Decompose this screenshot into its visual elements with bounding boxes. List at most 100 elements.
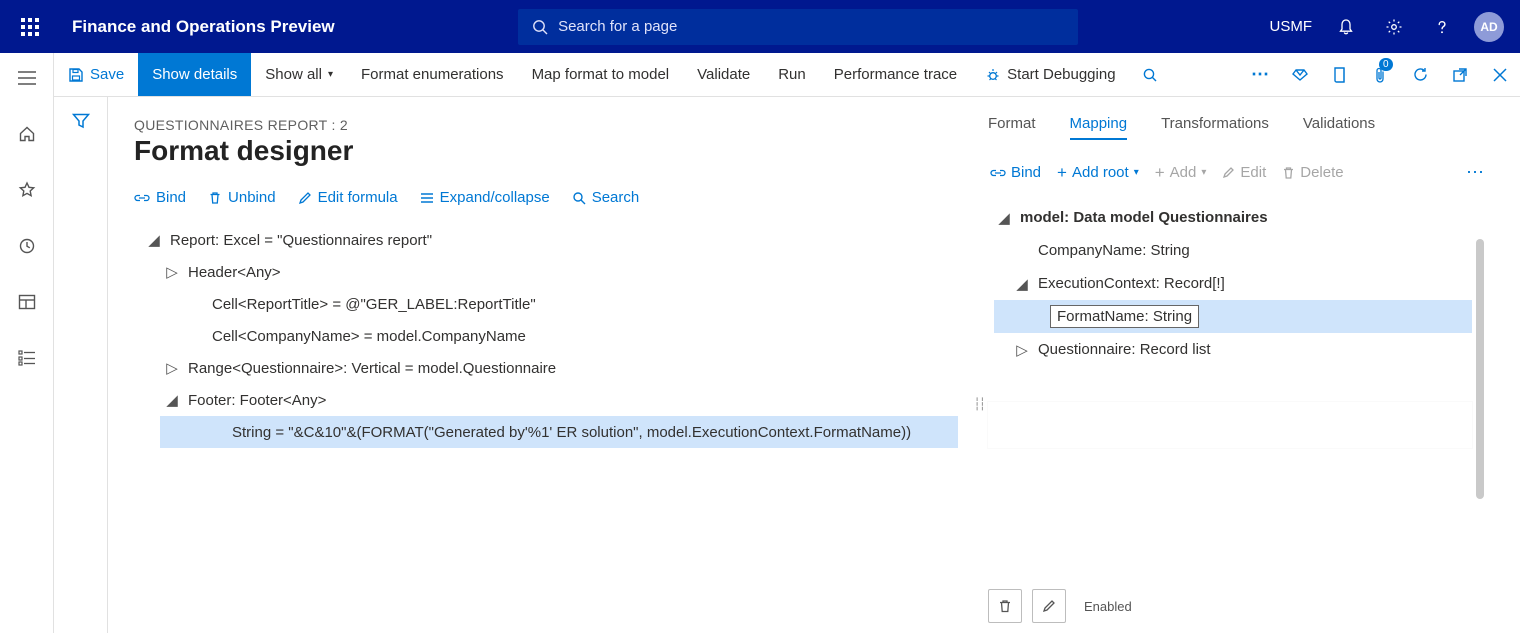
diamond-icon[interactable] <box>1280 53 1320 96</box>
start-debugging-button[interactable]: Start Debugging <box>971 53 1129 96</box>
link-icon <box>134 192 150 204</box>
close-icon[interactable] <box>1480 53 1520 96</box>
hamburger-icon[interactable] <box>10 63 44 93</box>
tree-node-cell-company[interactable]: Cell<CompanyName> = model.CompanyName <box>140 320 958 352</box>
attachments-badge: 0 <box>1379 58 1393 71</box>
caret-right-icon: ▷ <box>166 359 178 377</box>
breadcrumb: QUESTIONNAIRES REPORT : 2 <box>134 117 958 133</box>
overflow-icon[interactable]: ⋯ <box>1240 53 1280 96</box>
right-tabs: Format Mapping Transformations Validatio… <box>984 115 1520 132</box>
bug-icon <box>985 67 1001 83</box>
unbind-button[interactable]: Unbind <box>208 189 276 206</box>
modules-icon[interactable] <box>10 343 44 373</box>
mapping-bind-button[interactable]: Bind <box>990 164 1041 181</box>
trash-icon <box>1282 166 1295 180</box>
right-pane: Format Mapping Transformations Validatio… <box>984 97 1520 633</box>
tree-node-header[interactable]: ▷Header<Any> <box>140 256 958 288</box>
gear-icon[interactable] <box>1372 5 1416 49</box>
caret-down-icon: ◢ <box>1016 275 1028 293</box>
edit-button: Edit <box>1222 164 1266 181</box>
scrollbar[interactable] <box>1476 239 1484 499</box>
link-icon <box>990 168 1006 178</box>
refresh-icon[interactable] <box>1400 53 1440 96</box>
attachments-icon[interactable]: 0 <box>1360 53 1400 96</box>
book-icon[interactable] <box>1320 53 1360 96</box>
show-all-button[interactable]: Show all▾ <box>251 53 347 96</box>
chevron-down-icon: ▾ <box>1134 167 1139 178</box>
add-root-button[interactable]: +Add root▾ <box>1057 164 1139 181</box>
performance-trace-button[interactable]: Performance trace <box>820 53 971 96</box>
format-enumerations-button[interactable]: Format enumerations <box>347 53 518 96</box>
workspace-icon[interactable] <box>10 287 44 317</box>
map-format-button[interactable]: Map format to model <box>518 53 684 96</box>
tab-validations[interactable]: Validations <box>1303 115 1375 132</box>
global-search[interactable] <box>518 9 1078 45</box>
bind-button[interactable]: Bind <box>134 189 186 206</box>
search-icon <box>572 191 586 205</box>
validate-button[interactable]: Validate <box>683 53 764 96</box>
edit-formula-button[interactable]: Edit formula <box>298 189 398 206</box>
caret-down-icon: ◢ <box>148 231 160 249</box>
save-button[interactable]: Save <box>54 53 138 96</box>
tree-node-footer[interactable]: ◢Footer: Footer<Any> <box>140 384 958 416</box>
tree-node-string[interactable]: String = "&C&10"&(FORMAT("Generated by'%… <box>160 416 958 448</box>
trash-icon <box>208 191 222 205</box>
map-node-questionnaire[interactable]: ▷Questionnaire: Record list <box>994 333 1520 366</box>
find-button[interactable] <box>1130 53 1170 96</box>
avatar[interactable]: AD <box>1474 12 1504 42</box>
tab-mapping[interactable]: Mapping <box>1070 115 1128 132</box>
filter-strip <box>54 97 108 633</box>
trash-icon <box>998 599 1012 614</box>
tab-format[interactable]: Format <box>988 115 1036 132</box>
delete-node-button[interactable] <box>988 589 1022 623</box>
splitter-handle[interactable]: ┆┆ <box>974 397 984 411</box>
show-details-button[interactable]: Show details <box>138 53 251 96</box>
add-button: +Add▾ <box>1155 164 1207 181</box>
mapping-toolbar: Bind +Add root▾ +Add▾ Edit Delete ⋯ <box>984 162 1520 183</box>
caret-down-icon: ◢ <box>998 209 1010 227</box>
save-icon <box>68 67 84 83</box>
popout-icon[interactable] <box>1440 53 1480 96</box>
filter-icon[interactable] <box>72 113 90 633</box>
caret-right-icon: ▷ <box>1016 341 1028 359</box>
map-node-company[interactable]: CompanyName: String <box>994 234 1520 267</box>
spacer-panel <box>988 402 1472 448</box>
home-icon[interactable] <box>10 119 44 149</box>
expand-collapse-button[interactable]: Expand/collapse <box>420 189 550 206</box>
map-node-exec[interactable]: ◢ExecutionContext: Record[!] <box>994 267 1520 300</box>
mapping-overflow-icon[interactable]: ⋯ <box>1466 162 1484 183</box>
caret-right-icon: ▷ <box>166 263 178 281</box>
recent-icon[interactable] <box>10 231 44 261</box>
pencil-icon <box>1222 166 1235 179</box>
bottom-bar: Enabled <box>984 583 1490 633</box>
left-rail <box>0 53 54 633</box>
caret-down-icon: ◢ <box>166 391 178 409</box>
format-tree: ◢Report: Excel = "Questionnaires report"… <box>140 224 958 448</box>
notifications-icon[interactable] <box>1324 5 1368 49</box>
company-label[interactable]: USMF <box>1262 18 1321 35</box>
tree-search-button[interactable]: Search <box>572 189 640 206</box>
help-icon[interactable] <box>1420 5 1464 49</box>
map-node-formatname[interactable]: FormatName: String <box>994 300 1472 333</box>
plus-icon: + <box>1155 164 1165 181</box>
run-button[interactable]: Run <box>764 53 820 96</box>
plus-icon: + <box>1057 164 1067 181</box>
pencil-icon <box>1042 599 1056 613</box>
waffle-icon[interactable] <box>10 7 50 47</box>
tree-node-range[interactable]: ▷Range<Questionnaire>: Vertical = model.… <box>140 352 958 384</box>
format-toolbar: Bind Unbind Edit formula Expand/collapse… <box>134 189 958 206</box>
tab-transformations[interactable]: Transformations <box>1161 115 1269 132</box>
search-icon <box>532 19 548 35</box>
chevron-down-icon: ▾ <box>328 69 333 80</box>
tree-node-report[interactable]: ◢Report: Excel = "Questionnaires report" <box>140 224 958 256</box>
mapping-tree: ◢model: Data model Questionnaires Compan… <box>994 201 1520 366</box>
top-banner: Finance and Operations Preview USMF AD <box>0 0 1520 53</box>
map-node-model[interactable]: ◢model: Data model Questionnaires <box>994 201 1520 234</box>
enabled-label: Enabled <box>1084 599 1132 614</box>
page-title: Format designer <box>134 135 958 167</box>
star-icon[interactable] <box>10 175 44 205</box>
global-search-input[interactable] <box>558 18 1064 35</box>
tree-node-cell-title[interactable]: Cell<ReportTitle> = @"GER_LABEL:ReportTi… <box>140 288 958 320</box>
pencil-icon <box>298 191 312 205</box>
edit-node-button[interactable] <box>1032 589 1066 623</box>
